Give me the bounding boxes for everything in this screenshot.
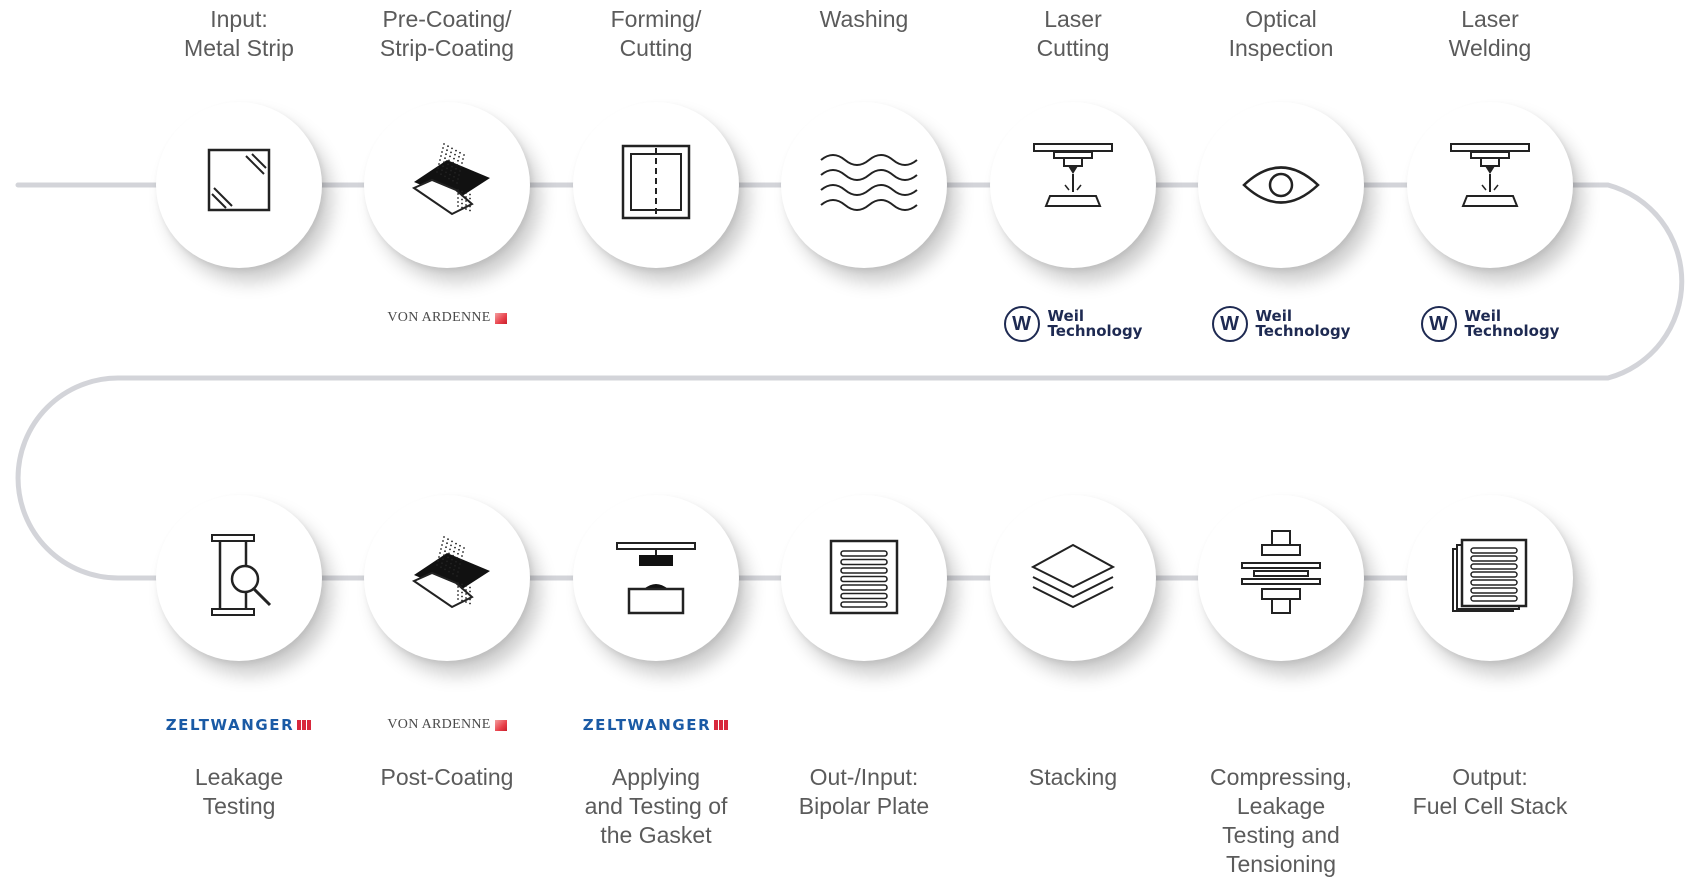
von-ardenne-logo: VON ARDENNE (352, 303, 542, 333)
step-node-leakage-testing (156, 495, 322, 661)
weil-technology-wordmark: Weil Technology (1255, 307, 1351, 340)
von-ardenne-wordmark: VON ARDENNE (387, 310, 491, 325)
weil-technology-wordmark: Weil Technology (1047, 307, 1143, 340)
step-node-applying-and-testing-of-the-gasket (573, 495, 739, 661)
step-label-laser-cutting: Laser Cutting (1036, 6, 1110, 61)
step-node-compressing-leakage-testing-and-tensioning (1198, 495, 1364, 661)
zeltwanger-people-icon (297, 716, 312, 734)
coating-icon (411, 536, 490, 609)
step-label-output-fuel-cell-stack: Output: Fuel Cell Stack (1412, 764, 1568, 819)
step-node-stacking (990, 495, 1156, 661)
step-label-compressing-leakage-testing-and-tensioning: Compressing, Leakage Testing and Tension… (1210, 764, 1352, 877)
step-label-stacking: Stacking (1028, 764, 1118, 790)
step-label-input-metal-strip: Input: Metal Strip (184, 6, 294, 61)
laser-icon (1033, 143, 1113, 207)
compress-press-icon (1241, 530, 1321, 614)
step-node-input-metal-strip (156, 102, 322, 268)
zeltwanger-wordmark: ZELTWANGER (165, 716, 295, 734)
step-label-forming-cutting: Forming/ Cutting (610, 6, 702, 61)
gasket-press-icon (616, 542, 696, 615)
step-node-laser-welding (1407, 102, 1573, 268)
weil-w-mark-icon: W (1003, 306, 1040, 342)
step-label-laser-welding: Laser Welding (1448, 6, 1532, 61)
step-node-optical-inspection (1198, 102, 1364, 268)
fuel-cell-stack-icon (1452, 538, 1528, 612)
zeltwanger-wordmark: ZELTWANGER (582, 716, 712, 734)
eye-icon (1242, 166, 1320, 204)
step-node-out-input-bipolar-plate (781, 495, 947, 661)
weil-w-mark-icon: W (1211, 306, 1248, 342)
step-node-forming-cutting (573, 102, 739, 268)
step-node-washing (781, 102, 947, 268)
forming-cutting-icon (621, 144, 691, 220)
step-label-optical-inspection: Optical Inspection (1228, 6, 1334, 61)
coating-icon (411, 143, 490, 216)
step-label-washing: Washing (819, 6, 909, 32)
step-label-post-coating: Post-Coating (380, 764, 514, 790)
zeltwanger-logo: ZELTWANGER (144, 710, 334, 740)
bipolar-plate-icon (829, 539, 899, 615)
weil-technology-logo: W Weil Technology (978, 304, 1168, 344)
step-node-pre-coating-strip-coating (364, 102, 530, 268)
weil-technology-logo: W Weil Technology (1395, 304, 1585, 344)
laser-icon (1450, 143, 1530, 207)
leakage-test-icon (211, 534, 272, 616)
step-node-laser-cutting (990, 102, 1156, 268)
washing-waves-icon (820, 154, 918, 211)
weil-w-mark-icon: W (1420, 306, 1457, 342)
step-label-pre-coating-strip-coating: Pre-Coating/ Strip-Coating (379, 6, 515, 61)
von-ardenne-flag-icon (494, 719, 507, 731)
weil-technology-logo: W Weil Technology (1186, 304, 1376, 344)
zeltwanger-logo: ZELTWANGER (561, 710, 751, 740)
step-node-post-coating (364, 495, 530, 661)
zeltwanger-people-icon (714, 716, 729, 734)
weil-technology-wordmark: Weil Technology (1464, 307, 1560, 340)
von-ardenne-wordmark: VON ARDENNE (387, 717, 491, 732)
von-ardenne-logo: VON ARDENNE (352, 710, 542, 740)
step-label-out-input-bipolar-plate: Out-/Input: Bipolar Plate (798, 764, 930, 819)
step-node-output-fuel-cell-stack (1407, 495, 1573, 661)
step-label-leakage-testing: Leakage Testing (194, 764, 284, 819)
stacking-layers-icon (1030, 543, 1116, 609)
metal-strip-icon (207, 148, 271, 212)
von-ardenne-flag-icon (494, 312, 507, 324)
step-label-applying-and-testing-of-the-gasket: Applying and Testing of the Gasket (584, 764, 728, 848)
